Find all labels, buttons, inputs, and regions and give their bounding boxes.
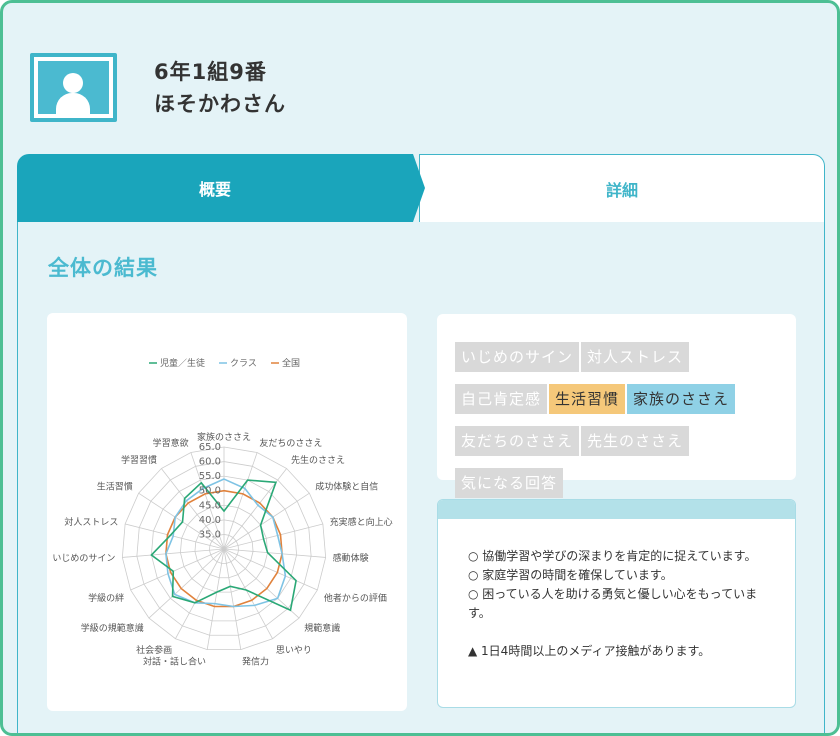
grid-spoke [223, 548, 300, 619]
tag-ijime-sign[interactable]: いじめのサイン [455, 342, 580, 372]
category-label: 規範意識 [304, 622, 340, 634]
tag-concerning-answers[interactable]: 気になる回答 [455, 468, 564, 498]
category-label: 発信力 [242, 656, 269, 668]
category-label: 対話・話し合い [143, 656, 206, 668]
radar-chart-card: 児童／生徒 クラス 全国 35.0 40.0 45.0 50.0 55.0 60.0 65.0 家族… [47, 313, 407, 711]
tag-lifestyle[interactable]: 生活習慣 [549, 384, 626, 414]
category-label: 友だちのささえ [259, 437, 322, 449]
tag-family-support[interactable]: 家族のささえ [627, 384, 736, 414]
tag-friend-support[interactable]: 友だちのささえ [455, 426, 580, 456]
axis-tick-label: 65.0 [199, 442, 221, 453]
category-label: 充実感と向上心 [330, 516, 393, 528]
legend-label: 児童／生徒 [160, 357, 205, 369]
comment-line-warning: ▲ 1日4時間以上のメディア接触があります。 [468, 644, 711, 658]
tab-detail[interactable]: 詳細 [419, 154, 825, 222]
category-label: 学級の絆 [88, 592, 124, 604]
category-label: いじめのサイン [52, 553, 115, 564]
category-label: 成功体験と自信 [315, 480, 378, 492]
category-label: 感動体験 [333, 552, 369, 564]
tag-teacher-support[interactable]: 先生のささえ [581, 426, 690, 456]
comment-line: ○ 家庭学習の時間を確保しています。 [468, 568, 673, 582]
axis-tick-label: 40.0 [199, 515, 221, 526]
category-label: 学習意欲 [153, 437, 189, 449]
student-class-number: 6年1組9番 [154, 59, 267, 84]
comment-card: ○ 協働学習や学びの深まりを肯定的に捉えています。 ○ 家庭学習の時間を確保して… [437, 499, 796, 708]
axis-tick-label: 50.0 [199, 486, 221, 497]
student-header: 6年1組9番 ほそかわさん [30, 53, 286, 122]
axis-tick-label: 60.0 [199, 457, 221, 468]
axis-tick-label: 35.0 [199, 529, 221, 540]
tab-detail-label: 詳細 [605, 181, 638, 200]
category-label: 学級の規範意識 [81, 622, 144, 634]
student-name: ほそかわさん [154, 91, 286, 116]
summary-panel: 全体の結果 児童／生徒 クラス 全国 35.0 40.0 45.0 50.0 55.0 60.0… [17, 222, 825, 733]
legend-label: クラス [230, 358, 257, 369]
tag-interpersonal-stress[interactable]: 対人ストレス [581, 342, 690, 372]
axis-tick-label: 45.0 [199, 500, 221, 511]
category-label: 家族のささえ [197, 431, 251, 443]
tags-card: いじめのサイン 対人ストレス自己肯定感 生活習慣 家族のささえ友だちのささえ 先生のささ… [437, 314, 796, 498]
radar-chart: 児童／生徒 クラス 全国 35.0 40.0 45.0 50.0 55.0 60.0 65.0家族… [52, 357, 393, 668]
app-frame: 6年1組9番 ほそかわさん 詳細 概要 全体の結果 児童／生徒 クラス 全国 35.0… [0, 0, 840, 736]
category-label: 先生のささえ [291, 454, 345, 466]
person-icon [38, 61, 109, 114]
comment-card-header [438, 500, 795, 519]
category-label: 社会参画 [136, 644, 172, 656]
comment-line: ○ 困っている人を助ける勇気と優しい心をもっています。 [468, 587, 758, 620]
comment-line: ○ 協働学習や学びの深まりを肯定的に捉えています。 [468, 549, 757, 563]
grid-spoke [223, 523, 323, 550]
category-label: 他者からの評価 [324, 592, 387, 604]
section-title: 全体の結果 [48, 256, 158, 280]
tag-self-esteem[interactable]: 自己肯定感 [455, 384, 548, 414]
axis-tick-label: 55.0 [199, 471, 221, 482]
category-label: 対人ストレス [64, 516, 118, 528]
tab-summary[interactable]: 概要 [17, 154, 425, 222]
grid-spoke [223, 452, 258, 550]
tab-summary-label: 概要 [198, 180, 231, 199]
category-label: 生活習慣 [97, 480, 133, 492]
grid-spoke [148, 548, 225, 619]
category-label: 学習習慣 [121, 454, 157, 466]
tab-bar: 詳細 概要 [17, 153, 825, 223]
category-label: 思いやり [276, 645, 312, 656]
avatar [30, 53, 117, 122]
legend-label: 全国 [282, 357, 300, 369]
